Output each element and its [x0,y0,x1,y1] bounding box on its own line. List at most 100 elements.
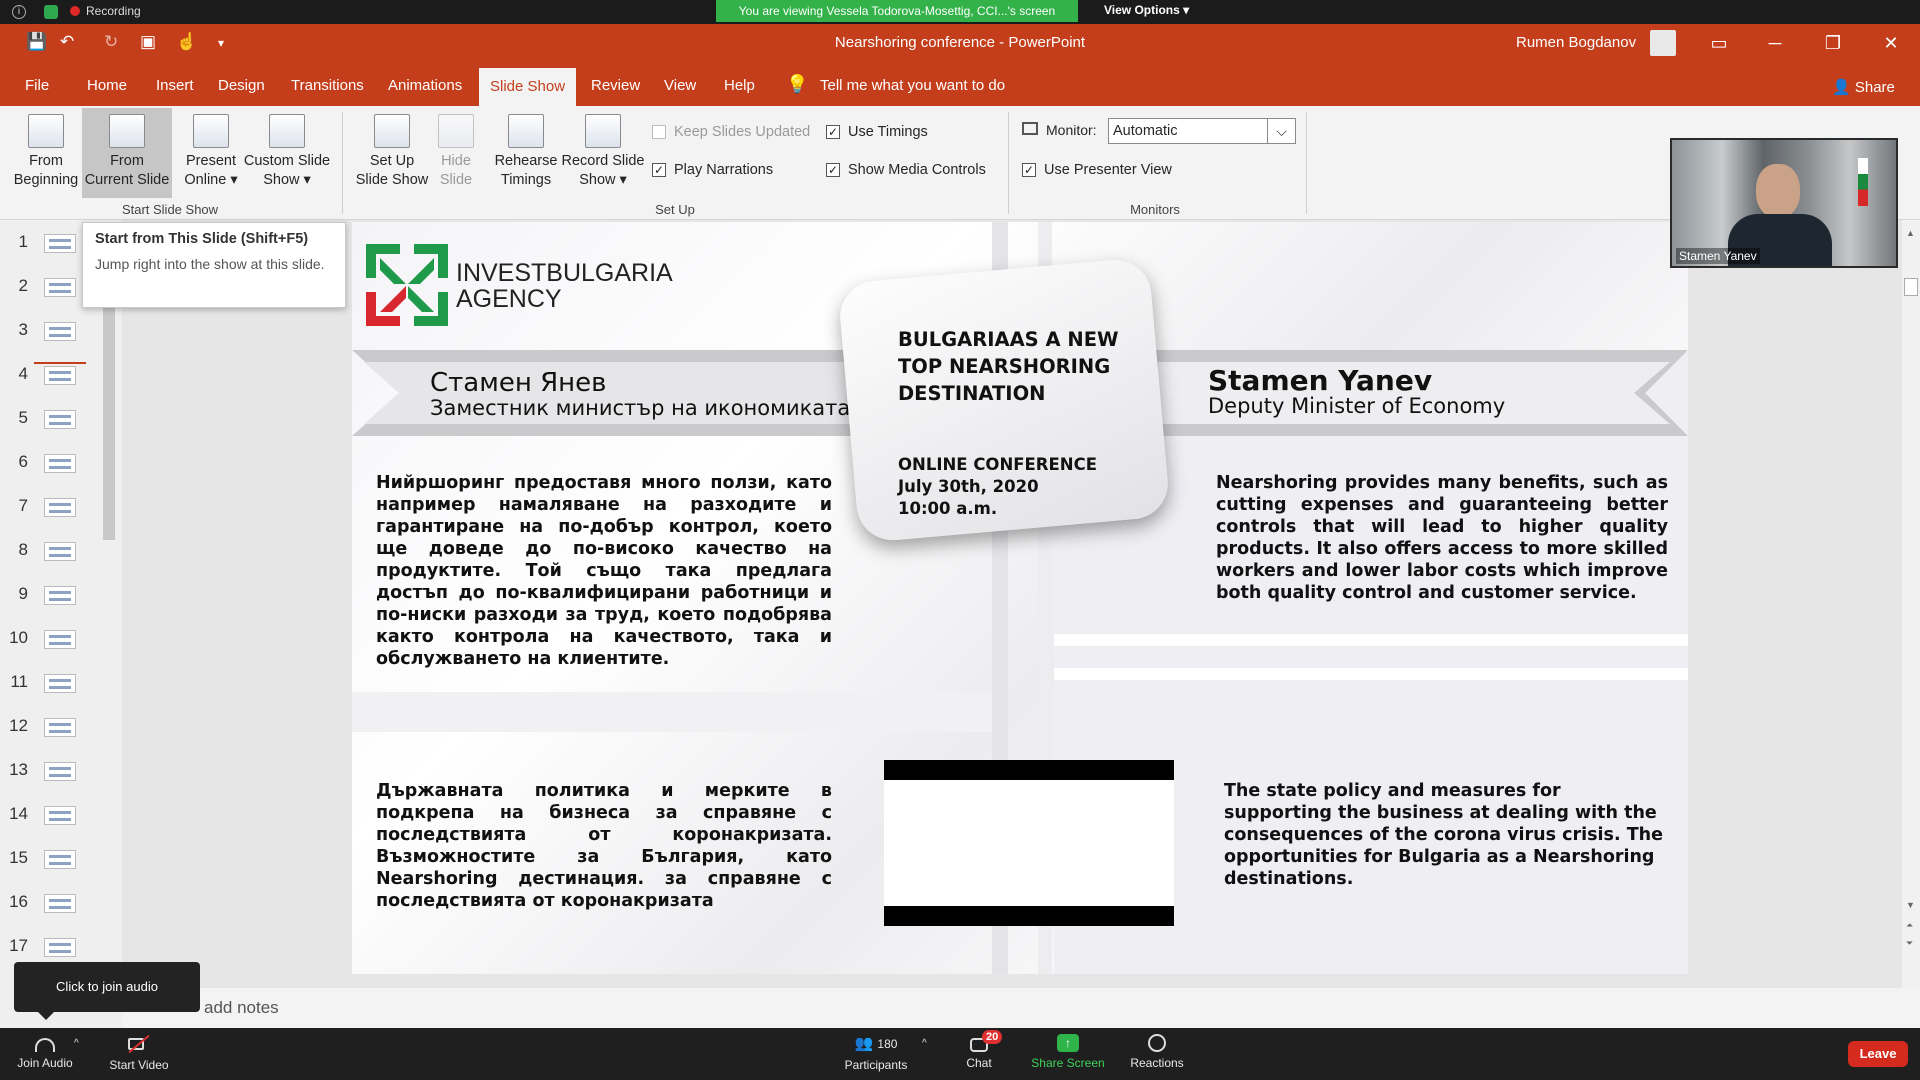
info-icon[interactable]: i [12,5,26,19]
notes-pane[interactable]: add notes [122,988,1920,1028]
play-narrations-checkbox[interactable]: ✓ Play Narrations [652,162,773,178]
slide-number: 9 [18,584,28,603]
from-current-slide-button[interactable]: From Current Slide [82,108,172,198]
slide-thumbnail[interactable] [44,542,76,561]
tab-design[interactable]: Design [207,62,276,106]
slide-thumbnail[interactable] [44,366,76,385]
custom-show-icon [269,114,305,148]
speaker-video-tile[interactable]: Stamen Yanev [1670,138,1898,268]
present-online-label-1: Present [186,153,236,169]
record-slide-show-button[interactable]: Record Slide Show ▾ [560,114,646,190]
scroll-up-icon[interactable]: ▲ [1906,228,1915,238]
setup-slide-show-button[interactable]: Set Up Slide Show [350,114,434,190]
tooltip-description: Jump right into the show at this slide. [95,256,325,272]
view-options-button[interactable]: View Options ▾ [1104,3,1189,17]
from-beginning-label-1: From [29,153,63,169]
keep-slides-updated-checkbox[interactable]: Keep Slides Updated [652,124,810,140]
person-icon: 👤 [1832,79,1851,96]
slide-number: 11 [10,672,28,691]
ribbon-slide-show: From Beginning From Current Slide Presen… [0,106,1920,220]
chat-button[interactable]: 20 Chat [954,1030,1004,1070]
group-label-start: Start Slide Show [121,202,219,217]
use-timings-checkbox[interactable]: ✓ Use Timings [826,124,928,140]
slide-thumbnail[interactable] [44,278,76,297]
record-label-1: Record Slide [561,153,645,169]
next-slide-icon[interactable]: ⏷ [1906,938,1913,949]
scroll-thumb[interactable] [1904,278,1918,296]
share-button[interactable]: 👤 Share [1832,78,1895,96]
restore-icon[interactable]: ❐ [1810,28,1856,58]
minimize-icon[interactable]: ─ [1752,28,1798,58]
tab-animations[interactable]: Animations [377,62,473,106]
scroll-down-icon[interactable]: ▼ [1906,900,1915,910]
slide-canvas[interactable]: INVESTBULGARIA AGENCY Стамен Янев Замест… [352,222,1688,974]
start-video-button[interactable]: Start Video [104,1034,174,1072]
checkbox-box: ✓ [826,163,840,177]
user-name[interactable]: Rumen Bogdanov [1516,34,1636,51]
from-beginning-button[interactable]: From Beginning [6,114,86,190]
slide-thumbnail[interactable] [44,630,76,649]
tab-view[interactable]: View [653,62,707,106]
tab-home[interactable]: Home [76,62,138,106]
rehearse-timings-button[interactable]: Rehearse Timings [490,114,562,190]
participants-button[interactable]: 👥 180 Participants [836,1034,916,1072]
slide-thumbnail[interactable] [44,498,76,517]
share-screen-icon: ↑ [1057,1034,1079,1052]
slide-thumbnail[interactable] [44,410,76,429]
slide-thumbnail[interactable] [44,234,76,253]
headphone-icon [35,1038,55,1052]
audio-options-chevron-icon[interactable]: ^ [74,1038,79,1049]
slide-thumbnail[interactable] [44,674,76,693]
slide-thumbnail[interactable] [44,850,76,869]
rehearse-label-1: Rehearse [494,153,558,169]
tell-me-search[interactable]: Tell me what you want to do [820,77,1005,94]
tab-file[interactable]: File [14,62,60,106]
leave-button[interactable]: Leave [1848,1041,1908,1067]
group-label-setup: Set Up [655,202,695,217]
share-screen-button[interactable]: ↑ Share Screen [1030,1034,1106,1070]
from-current-label-1: From [110,153,144,169]
participants-chevron-icon[interactable]: ^ [922,1038,927,1049]
record-dot-icon [70,6,80,16]
recording-indicator[interactable]: Recording [70,4,141,18]
slide-thumbnail[interactable] [44,938,76,957]
play-narrations-label: Play Narrations [674,162,774,178]
slide-thumbnail[interactable] [44,322,76,341]
hide-slide-button[interactable]: Hide Slide [432,114,480,190]
tab-help[interactable]: Help [713,62,766,106]
ribbon-display-icon[interactable]: ▭ [1696,28,1742,58]
hide-slide-label-1: Hide [441,153,471,169]
custom-slide-show-button[interactable]: Custom Slide Show ▾ [240,114,334,190]
custom-show-label-2: Show ▾ [263,172,311,188]
slide-thumbnail[interactable] [44,718,76,737]
show-media-controls-checkbox[interactable]: ✓ Show Media Controls [826,162,986,178]
slide-thumbnail[interactable] [44,762,76,781]
embedded-video[interactable] [884,760,1174,926]
tab-review[interactable]: Review [580,62,651,106]
tab-slide-show[interactable]: Slide Show [479,68,577,106]
slide-thumbnail[interactable] [44,586,76,605]
slide-thumbnail[interactable] [44,806,76,825]
keep-slides-label: Keep Slides Updated [674,124,811,140]
tab-insert[interactable]: Insert [145,62,205,106]
tab-transitions[interactable]: Transitions [280,62,375,106]
reactions-button[interactable]: Reactions [1126,1034,1188,1070]
avatar[interactable] [1650,30,1676,56]
thumbnail-scrollbar[interactable] [103,302,115,540]
from-beginning-label-2: Beginning [13,172,79,188]
conference-date: July 30th, 2020 [898,477,1039,496]
use-presenter-view-checkbox[interactable]: ✓ Use Presenter View [1022,162,1172,178]
slide-thumbnail[interactable] [44,454,76,473]
paragraph-en-1: Nearshoring provides many benefits, such… [1216,473,1668,603]
conference-subtitle: ONLINE CONFERENCE [898,455,1097,474]
speaker-name-en: Stamen Yanev [1208,364,1433,397]
monitor-select[interactable]: Automatic ⌵ [1108,118,1296,144]
slide-thumbnail[interactable] [44,894,76,913]
editor-scrollbar[interactable]: ▲ ▼ ⏶ ⏷ [1902,220,1920,988]
join-audio-label: Join Audio [17,1056,73,1070]
shield-icon[interactable] [44,5,58,19]
join-audio-button[interactable]: Join Audio [14,1034,76,1070]
previous-slide-icon[interactable]: ⏶ [1906,920,1913,931]
present-online-button[interactable]: Present Online ▾ [178,114,244,190]
close-icon[interactable]: ✕ [1868,28,1914,58]
